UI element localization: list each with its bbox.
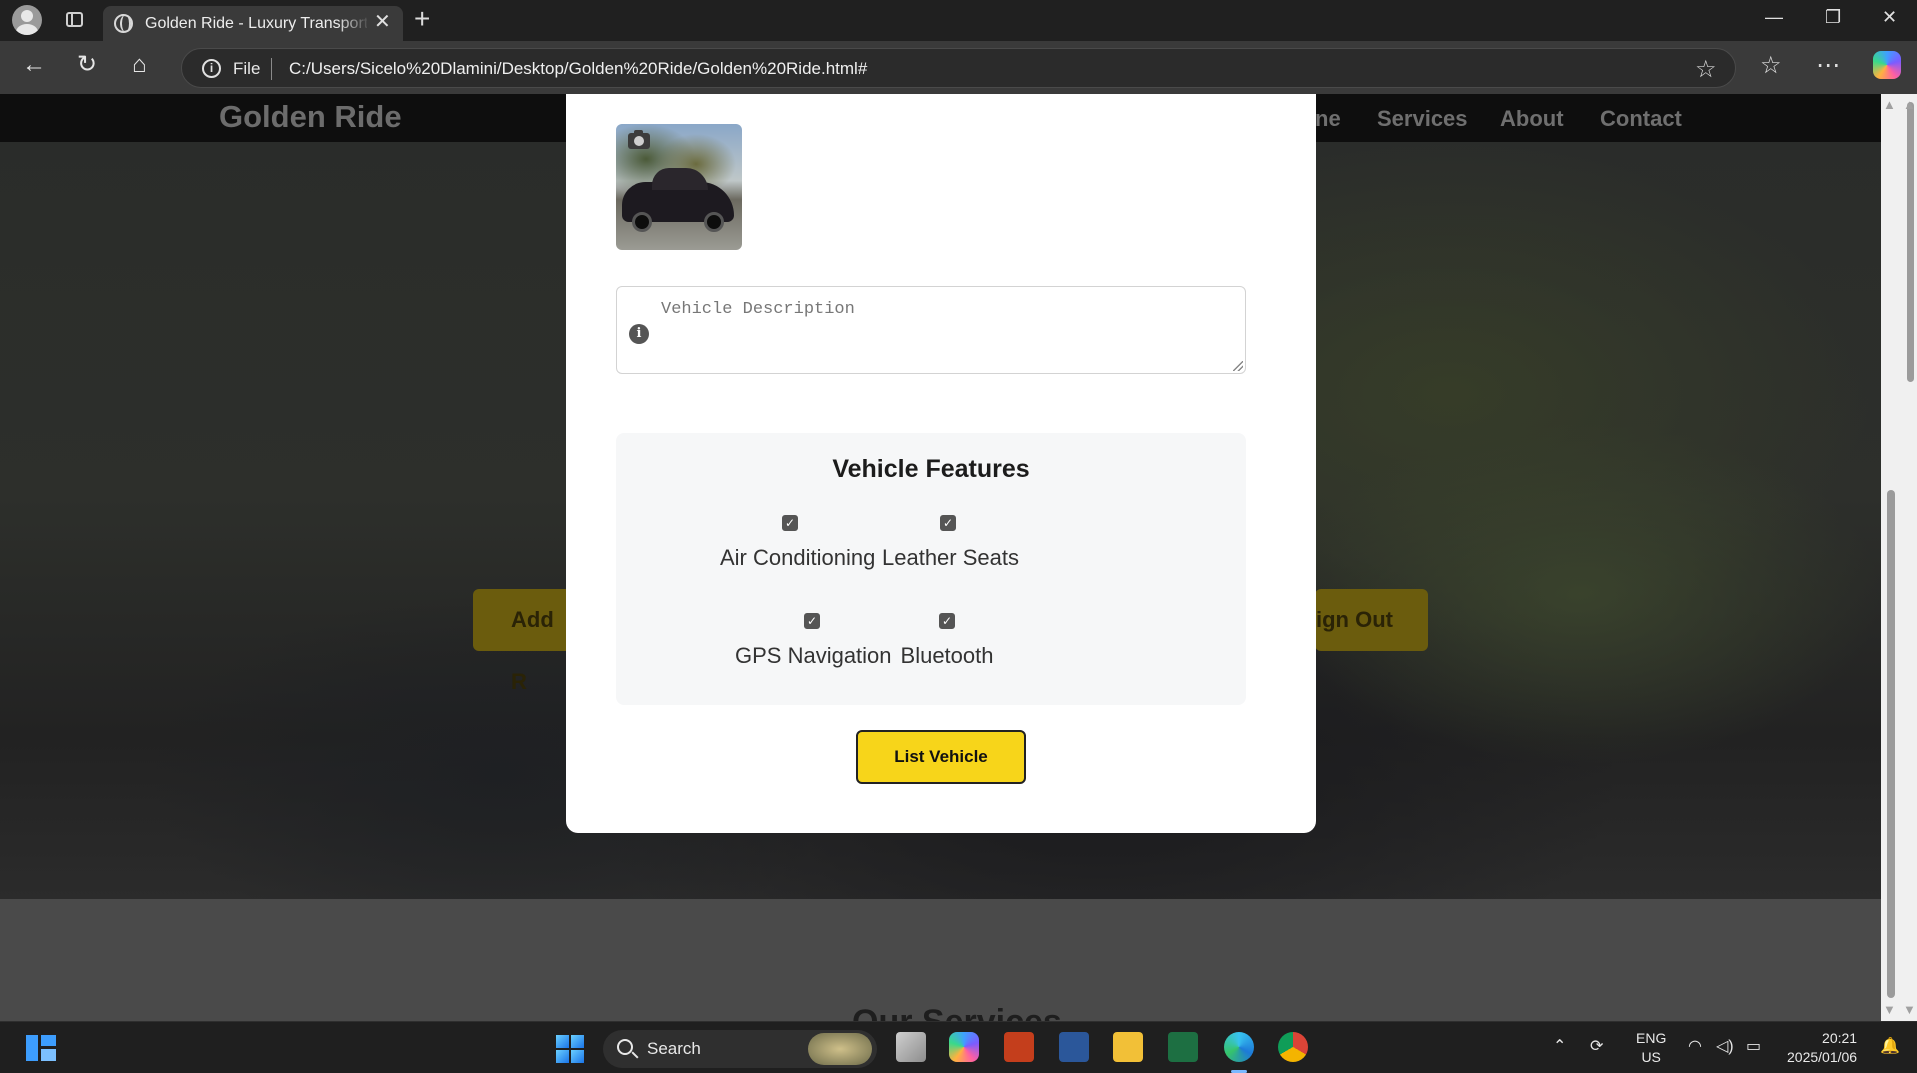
- feature-label: Leather Seats: [882, 545, 1019, 570]
- features-title: Vehicle Features: [832, 455, 1030, 483]
- taskbar-search[interactable]: Search: [603, 1030, 877, 1068]
- feature-gps-navigation: ✓ GPS Navigation: [735, 613, 892, 669]
- description-placeholder: Vehicle Description: [661, 300, 855, 319]
- battery-icon[interactable]: ▭: [1746, 1036, 1761, 1056]
- nav-services-link[interactable]: Services: [1377, 106, 1468, 132]
- feature-leather-seats: ✓ Leather Seats: [882, 515, 1019, 571]
- leather-seats-checkbox[interactable]: ✓: [940, 515, 956, 531]
- widgets-icon[interactable]: [26, 1035, 56, 1061]
- close-window-button[interactable]: ✕: [1882, 7, 1897, 28]
- close-tab-icon[interactable]: ✕: [374, 12, 391, 32]
- url-bar[interactable]: i File C:/Users/Sicelo%20Dlamini/Desktop…: [181, 48, 1736, 88]
- favorites-icon[interactable]: ☆: [1760, 51, 1782, 80]
- notification-bell-icon[interactable]: 🔔: [1880, 1036, 1900, 1056]
- wifi-icon[interactable]: ◠: [1688, 1036, 1702, 1056]
- excel-icon[interactable]: [1168, 1032, 1198, 1062]
- services-section: Our Services: [0, 899, 1881, 1021]
- feature-label: GPS Navigation: [735, 643, 892, 668]
- reload-icon[interactable]: ↻: [77, 52, 97, 78]
- nav-about-link[interactable]: About: [1500, 106, 1564, 132]
- bluetooth-checkbox[interactable]: ✓: [939, 613, 955, 629]
- sync-icon[interactable]: ⟳: [1590, 1036, 1603, 1056]
- show-hidden-icons[interactable]: ⌃: [1553, 1036, 1566, 1056]
- system-clock[interactable]: 20:21 2025/01/06: [1787, 1029, 1857, 1067]
- word-icon[interactable]: [1059, 1032, 1089, 1062]
- more-menu-icon[interactable]: ⋯: [1816, 51, 1840, 80]
- new-tab-button[interactable]: +: [414, 4, 430, 34]
- outer-scroll-up-icon[interactable]: ▲: [1903, 97, 1916, 112]
- resize-handle-icon[interactable]: [1233, 361, 1243, 371]
- search-label: Search: [647, 1039, 701, 1058]
- language-indicator[interactable]: ENG US: [1636, 1029, 1666, 1067]
- vehicle-photo-preview[interactable]: [616, 124, 742, 250]
- scroll-up-icon[interactable]: ▲: [1883, 97, 1896, 112]
- site-logo[interactable]: Golden Ride: [219, 99, 402, 135]
- info-circle-icon: i: [629, 324, 649, 344]
- profile-avatar[interactable]: [12, 5, 42, 35]
- services-heading: Our Services: [852, 1003, 1062, 1021]
- edge-icon[interactable]: [1224, 1032, 1254, 1073]
- vehicle-features-panel: Vehicle Features ✓ Air Conditioning ✓ Le…: [616, 433, 1246, 705]
- vehicle-description-field[interactable]: i Vehicle Description: [616, 286, 1246, 374]
- tab-actions-icon[interactable]: [66, 12, 83, 27]
- file-label: File: [233, 59, 261, 78]
- minimize-button[interactable]: —: [1765, 7, 1783, 28]
- air-conditioning-checkbox[interactable]: ✓: [782, 515, 798, 531]
- chrome-icon[interactable]: [1278, 1032, 1308, 1062]
- page-scrollbar[interactable]: ▲ ▼ ▲ ▼: [1881, 94, 1917, 1021]
- scroll-down-icon[interactable]: ▼: [1883, 1002, 1896, 1017]
- copilot-icon[interactable]: [1873, 51, 1901, 79]
- feature-label: Bluetooth: [900, 643, 994, 668]
- tab-title: Golden Ride - Luxury Transportati: [145, 15, 367, 32]
- info-icon[interactable]: i: [202, 59, 221, 78]
- outer-scroll-thumb[interactable]: [1907, 102, 1914, 382]
- search-icon: [617, 1039, 633, 1055]
- camera-icon[interactable]: [628, 130, 650, 149]
- feature-air-conditioning: ✓ Air Conditioning: [720, 515, 876, 571]
- feature-bluetooth: ✓ Bluetooth: [897, 613, 997, 669]
- nav-home-link[interactable]: ne: [1315, 106, 1341, 132]
- scroll-thumb[interactable]: [1887, 490, 1895, 998]
- back-icon[interactable]: ←: [22, 52, 46, 78]
- favorite-star-icon[interactable]: ☆: [1695, 55, 1717, 84]
- outer-scroll-down-icon[interactable]: ▼: [1903, 1002, 1916, 1017]
- page-viewport: Add R ign Out Golden Ride ne Services Ab…: [0, 94, 1881, 1021]
- globe-icon: [114, 14, 133, 33]
- powerpoint-icon[interactable]: [1004, 1032, 1034, 1062]
- add-ride-button[interactable]: Add R: [473, 589, 573, 694]
- sign-out-button[interactable]: ign Out: [1315, 589, 1428, 651]
- url-text[interactable]: C:/Users/Sicelo%20Dlamini/Desktop/Golden…: [289, 59, 867, 79]
- browser-tab-bar: Golden Ride - Luxury Transportati ✕ + — …: [0, 0, 1917, 41]
- copilot-app-icon[interactable]: [949, 1032, 979, 1062]
- home-icon[interactable]: ⌂: [132, 52, 147, 78]
- list-vehicle-modal: i Vehicle Description Vehicle Features ✓…: [566, 94, 1316, 833]
- task-view-icon[interactable]: [896, 1032, 926, 1062]
- file-explorer-icon[interactable]: [1113, 1032, 1143, 1062]
- nav-contact-link[interactable]: Contact: [1600, 106, 1682, 132]
- restore-button[interactable]: ❐: [1825, 7, 1841, 28]
- browser-tab[interactable]: Golden Ride - Luxury Transportati ✕: [103, 6, 403, 41]
- gps-navigation-checkbox[interactable]: ✓: [804, 613, 820, 629]
- start-menu-icon[interactable]: [556, 1035, 586, 1063]
- address-bar-row: ← ↻ ⌂ i File C:/Users/Sicelo%20Dlamini/D…: [0, 41, 1917, 94]
- list-vehicle-button[interactable]: List Vehicle: [856, 730, 1026, 784]
- windows-taskbar: Search ⌃ ⟳ ENG US ◠ ◁) ▭ 20:21 2025/01/0…: [0, 1021, 1917, 1073]
- volume-icon[interactable]: ◁): [1716, 1036, 1734, 1056]
- search-highlight-image: [808, 1033, 872, 1065]
- feature-label: Air Conditioning: [720, 545, 876, 570]
